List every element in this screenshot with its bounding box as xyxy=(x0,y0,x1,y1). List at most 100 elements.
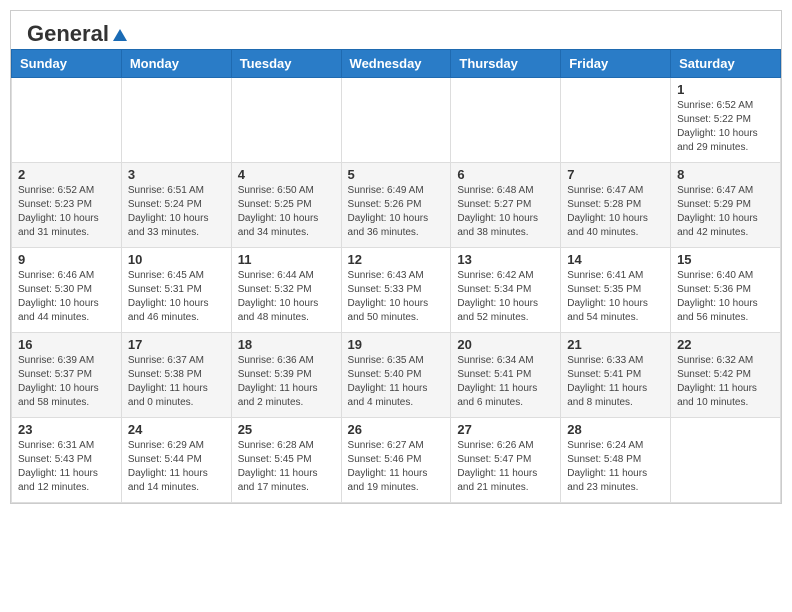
day-info: Sunrise: 6:28 AM Sunset: 5:45 PM Dayligh… xyxy=(238,439,335,495)
calendar-week-row: 9Sunrise: 6:46 AM Sunset: 5:30 PM Daylig… xyxy=(12,248,781,333)
day-info: Sunrise: 6:29 AM Sunset: 5:44 PM Dayligh… xyxy=(128,439,225,495)
day-number: 16 xyxy=(18,337,115,352)
calendar-header-row: SundayMondayTuesdayWednesdayThursdayFrid… xyxy=(12,50,781,78)
calendar-header-thursday: Thursday xyxy=(451,50,561,78)
day-number: 23 xyxy=(18,422,115,437)
day-number: 13 xyxy=(457,252,554,267)
calendar-day-cell xyxy=(121,78,231,163)
calendar-day-cell: 23Sunrise: 6:31 AM Sunset: 5:43 PM Dayli… xyxy=(12,418,122,503)
day-number: 11 xyxy=(238,252,335,267)
calendar-day-cell: 4 Sunrise: 6:50 AM Sunset: 5:25 PM Daylig… xyxy=(231,163,341,248)
logo-general: General xyxy=(27,23,109,45)
calendar-body: 1Sunrise: 6:52 AM Sunset: 5:22 PM Daylig… xyxy=(12,78,781,503)
day-number: 10 xyxy=(128,252,225,267)
calendar-header-tuesday: Tuesday xyxy=(231,50,341,78)
calendar-day-cell: 7 Sunrise: 6:47 AM Sunset: 5:28 PM Daylig… xyxy=(561,163,671,248)
day-number: 8 xyxy=(677,167,774,182)
calendar-day-cell: 25 Sunrise: 6:28 AM Sunset: 5:45 PM Dayli… xyxy=(231,418,341,503)
calendar-day-cell: 15 Sunrise: 6:40 AM Sunset: 5:36 PM Dayli… xyxy=(671,248,781,333)
day-number: 6 xyxy=(457,167,554,182)
day-info: Sunrise: 6:47 AM Sunset: 5:29 PM Dayligh… xyxy=(677,184,774,240)
day-number: 25 xyxy=(238,422,335,437)
day-number: 22 xyxy=(677,337,774,352)
day-info: Sunrise: 6:27 AM Sunset: 5:46 PM Dayligh… xyxy=(348,439,445,495)
day-info: Sunrise: 6:34 AM Sunset: 5:41 PM Dayligh… xyxy=(457,354,554,410)
day-info: Sunrise: 6:37 AM Sunset: 5:38 PM Dayligh… xyxy=(128,354,225,410)
day-number: 7 xyxy=(567,167,664,182)
day-info: Sunrise: 6:41 AM Sunset: 5:35 PM Dayligh… xyxy=(567,269,664,325)
day-number: 27 xyxy=(457,422,554,437)
calendar-header-saturday: Saturday xyxy=(671,50,781,78)
calendar-day-cell xyxy=(341,78,451,163)
day-info: Sunrise: 6:39 AM Sunset: 5:37 PM Dayligh… xyxy=(18,354,115,410)
calendar-day-cell xyxy=(561,78,671,163)
calendar-day-cell: 8 Sunrise: 6:47 AM Sunset: 5:29 PM Daylig… xyxy=(671,163,781,248)
calendar-day-cell: 19 Sunrise: 6:35 AM Sunset: 5:40 PM Dayli… xyxy=(341,333,451,418)
calendar-day-cell: 22 Sunrise: 6:32 AM Sunset: 5:42 PM Dayli… xyxy=(671,333,781,418)
calendar-day-cell: 21 Sunrise: 6:33 AM Sunset: 5:41 PM Dayli… xyxy=(561,333,671,418)
calendar-day-cell: 18Sunrise: 6:36 AM Sunset: 5:39 PM Dayli… xyxy=(231,333,341,418)
day-info: Sunrise: 6:24 AM Sunset: 5:48 PM Dayligh… xyxy=(567,439,664,495)
day-number: 4 xyxy=(238,167,335,182)
day-info: Sunrise: 6:47 AM Sunset: 5:28 PM Dayligh… xyxy=(567,184,664,240)
day-number: 1 xyxy=(677,82,774,97)
calendar-day-cell: 17 Sunrise: 6:37 AM Sunset: 5:38 PM Dayli… xyxy=(121,333,231,418)
day-info: Sunrise: 6:35 AM Sunset: 5:40 PM Dayligh… xyxy=(348,354,445,410)
day-info: Sunrise: 6:45 AM Sunset: 5:31 PM Dayligh… xyxy=(128,269,225,325)
day-number: 28 xyxy=(567,422,664,437)
logo-triangle-icon xyxy=(111,25,129,43)
day-number: 15 xyxy=(677,252,774,267)
day-number: 9 xyxy=(18,252,115,267)
calendar-week-row: 1Sunrise: 6:52 AM Sunset: 5:22 PM Daylig… xyxy=(12,78,781,163)
day-info: Sunrise: 6:49 AM Sunset: 5:26 PM Dayligh… xyxy=(348,184,445,240)
calendar-header-friday: Friday xyxy=(561,50,671,78)
day-info: Sunrise: 6:40 AM Sunset: 5:36 PM Dayligh… xyxy=(677,269,774,325)
calendar-day-cell: 24 Sunrise: 6:29 AM Sunset: 5:44 PM Dayli… xyxy=(121,418,231,503)
calendar-day-cell: 28 Sunrise: 6:24 AM Sunset: 5:48 PM Dayli… xyxy=(561,418,671,503)
day-info: Sunrise: 6:50 AM Sunset: 5:25 PM Dayligh… xyxy=(238,184,335,240)
day-number: 17 xyxy=(128,337,225,352)
logo: General xyxy=(27,23,129,41)
calendar-table: SundayMondayTuesdayWednesdayThursdayFrid… xyxy=(11,49,781,503)
calendar-day-cell: 1Sunrise: 6:52 AM Sunset: 5:22 PM Daylig… xyxy=(671,78,781,163)
calendar-day-cell: 16 Sunrise: 6:39 AM Sunset: 5:37 PM Dayli… xyxy=(12,333,122,418)
calendar-day-cell: 3 Sunrise: 6:51 AM Sunset: 5:24 PM Daylig… xyxy=(121,163,231,248)
day-number: 3 xyxy=(128,167,225,182)
day-number: 2 xyxy=(18,167,115,182)
header: General xyxy=(11,11,781,49)
day-number: 24 xyxy=(128,422,225,437)
page-wrapper: General SundayMondayTuesdayWednesdayThur… xyxy=(10,10,782,504)
calendar-day-cell xyxy=(12,78,122,163)
calendar-day-cell: 5 Sunrise: 6:49 AM Sunset: 5:26 PM Daylig… xyxy=(341,163,451,248)
calendar-header-sunday: Sunday xyxy=(12,50,122,78)
calendar-day-cell xyxy=(671,418,781,503)
calendar-day-cell xyxy=(451,78,561,163)
day-info: Sunrise: 6:51 AM Sunset: 5:24 PM Dayligh… xyxy=(128,184,225,240)
day-info: Sunrise: 6:48 AM Sunset: 5:27 PM Dayligh… xyxy=(457,184,554,240)
calendar-day-cell: 11 Sunrise: 6:44 AM Sunset: 5:32 PM Dayli… xyxy=(231,248,341,333)
calendar-day-cell: 26Sunrise: 6:27 AM Sunset: 5:46 PM Dayli… xyxy=(341,418,451,503)
calendar-day-cell: 6 Sunrise: 6:48 AM Sunset: 5:27 PM Daylig… xyxy=(451,163,561,248)
day-number: 14 xyxy=(567,252,664,267)
calendar-day-cell: 2 Sunrise: 6:52 AM Sunset: 5:23 PM Daylig… xyxy=(12,163,122,248)
day-info: Sunrise: 6:33 AM Sunset: 5:41 PM Dayligh… xyxy=(567,354,664,410)
day-info: Sunrise: 6:52 AM Sunset: 5:23 PM Dayligh… xyxy=(18,184,115,240)
calendar-day-cell: 14 Sunrise: 6:41 AM Sunset: 5:35 PM Dayli… xyxy=(561,248,671,333)
day-info: Sunrise: 6:32 AM Sunset: 5:42 PM Dayligh… xyxy=(677,354,774,410)
day-info: Sunrise: 6:36 AM Sunset: 5:39 PM Dayligh… xyxy=(238,354,335,410)
calendar-day-cell: 27 Sunrise: 6:26 AM Sunset: 5:47 PM Dayli… xyxy=(451,418,561,503)
calendar-header-monday: Monday xyxy=(121,50,231,78)
calendar-week-row: 2 Sunrise: 6:52 AM Sunset: 5:23 PM Daylig… xyxy=(12,163,781,248)
day-number: 5 xyxy=(348,167,445,182)
day-info: Sunrise: 6:26 AM Sunset: 5:47 PM Dayligh… xyxy=(457,439,554,495)
day-number: 20 xyxy=(457,337,554,352)
day-number: 12 xyxy=(348,252,445,267)
day-number: 21 xyxy=(567,337,664,352)
calendar-day-cell: 10 Sunrise: 6:45 AM Sunset: 5:31 PM Dayli… xyxy=(121,248,231,333)
day-number: 19 xyxy=(348,337,445,352)
calendar-day-cell: 20 Sunrise: 6:34 AM Sunset: 5:41 PM Dayli… xyxy=(451,333,561,418)
day-info: Sunrise: 6:43 AM Sunset: 5:33 PM Dayligh… xyxy=(348,269,445,325)
calendar-day-cell xyxy=(231,78,341,163)
day-info: Sunrise: 6:44 AM Sunset: 5:32 PM Dayligh… xyxy=(238,269,335,325)
calendar-week-row: 23Sunrise: 6:31 AM Sunset: 5:43 PM Dayli… xyxy=(12,418,781,503)
